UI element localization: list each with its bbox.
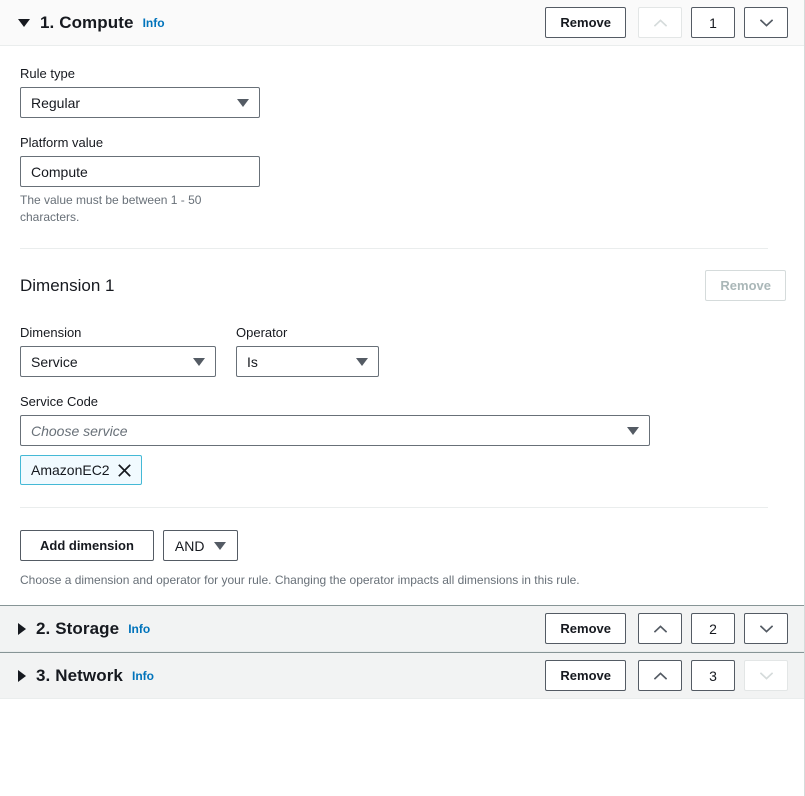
operator-label: Operator	[236, 325, 288, 340]
chevron-down-icon	[627, 426, 639, 435]
info-link[interactable]: Info	[128, 622, 150, 636]
rule-type-select[interactable]: Regular	[20, 87, 260, 118]
operator-field: Operator Is	[236, 325, 379, 377]
platform-value-input[interactable]: Compute	[20, 156, 260, 187]
divider	[20, 507, 768, 508]
section-header-actions: Remove 2	[545, 613, 788, 644]
remove-section-button[interactable]: Remove	[545, 7, 626, 38]
platform-value-field: Platform value Compute The value must be…	[20, 135, 786, 226]
logic-operator-select[interactable]: AND	[162, 530, 239, 561]
section-header-storage[interactable]: 2. Storage Info Remove 2	[0, 606, 804, 652]
reorder-stepper: 3	[638, 660, 788, 691]
rule-builder-panel: 1. Compute Info Remove 1 Rule type Regul…	[0, 0, 805, 796]
move-up-button[interactable]	[638, 613, 682, 644]
rule-type-label: Rule type	[20, 66, 75, 81]
section-header-actions: Remove 3	[545, 660, 788, 691]
chevron-down-icon	[193, 357, 205, 366]
remove-section-button[interactable]: Remove	[545, 613, 626, 644]
service-code-field: Service Code Choose service AmazonEC2	[20, 394, 786, 485]
section-body-compute: Rule type Regular Platform value Compute…	[0, 46, 804, 605]
chevron-up-icon	[653, 671, 667, 680]
section-header-left: 3. Network Info	[18, 666, 154, 686]
section-title: 3. Network	[36, 665, 123, 685]
dimension-select[interactable]: Service	[20, 346, 216, 377]
remove-dimension-button: Remove	[705, 270, 786, 301]
move-up-button[interactable]	[638, 660, 682, 691]
platform-value-label: Platform value	[20, 135, 104, 150]
section-title: 1. Compute	[40, 12, 134, 32]
order-number: 3	[691, 660, 735, 691]
chevron-down-icon	[759, 18, 773, 27]
chevron-down-icon	[237, 98, 249, 107]
rule-section-network: 3. Network Info Remove 3	[0, 652, 804, 699]
section-header-left: 1. Compute Info	[18, 13, 165, 33]
dimension-operator-row: Dimension Service Operator Is	[20, 325, 786, 394]
service-code-select[interactable]: Choose service	[20, 415, 650, 446]
dimension-title: Dimension 1	[20, 275, 115, 295]
add-dimension-button[interactable]: Add dimension	[20, 530, 154, 561]
dimension-field: Dimension Service	[20, 325, 216, 377]
dimension-actions: Add dimension AND	[20, 530, 786, 561]
reorder-stepper: 2	[638, 613, 788, 644]
service-code-placeholder: Choose service	[31, 422, 128, 439]
logic-operator-value: AND	[174, 537, 205, 554]
order-number: 2	[691, 613, 735, 644]
remove-section-button[interactable]: Remove	[545, 660, 626, 691]
dimension-header: Dimension 1 Remove	[20, 249, 786, 301]
move-down-button[interactable]	[744, 7, 788, 38]
move-down-button	[744, 660, 788, 691]
section-header-network[interactable]: 3. Network Info Remove 3	[0, 653, 804, 699]
caret-right-icon[interactable]	[18, 669, 26, 682]
rule-type-value: Regular	[31, 94, 81, 111]
caret-right-icon[interactable]	[18, 622, 26, 635]
move-up-button	[638, 7, 682, 38]
dimension-value: Service	[31, 353, 78, 370]
section-header-actions: Remove 1	[545, 7, 788, 38]
reorder-stepper: 1	[638, 7, 788, 38]
caret-down-icon[interactable]	[18, 18, 30, 27]
platform-value-hint: The value must be between 1 - 50 charact…	[20, 193, 202, 224]
info-link[interactable]: Info	[143, 16, 165, 30]
dimension-label: Dimension	[20, 325, 82, 340]
chevron-down-icon	[356, 357, 368, 366]
chevron-down-icon	[759, 624, 773, 633]
service-token-label: AmazonEC2	[31, 462, 110, 478]
section-title: 2. Storage	[36, 618, 120, 638]
section-header-compute[interactable]: 1. Compute Info Remove 1	[0, 0, 804, 46]
chevron-down-icon	[214, 541, 227, 550]
move-down-button[interactable]	[744, 613, 788, 644]
operator-value: Is	[247, 353, 258, 370]
rule-type-field: Rule type Regular	[20, 66, 786, 118]
operator-select[interactable]: Is	[236, 346, 379, 377]
chevron-up-icon	[653, 624, 667, 633]
chevron-down-icon	[759, 671, 773, 680]
section-header-left: 2. Storage Info	[18, 619, 150, 639]
dimension-footnote: Choose a dimension and operator for your…	[20, 573, 580, 587]
rule-section-storage: 2. Storage Info Remove 2	[0, 605, 804, 652]
service-token[interactable]: AmazonEC2	[20, 455, 142, 485]
rule-section-compute: 1. Compute Info Remove 1 Rule type Regul…	[0, 0, 804, 605]
info-link[interactable]: Info	[132, 669, 154, 683]
service-code-label: Service Code	[20, 394, 99, 409]
order-number: 1	[691, 7, 735, 38]
chevron-up-icon	[653, 18, 667, 27]
platform-value-text: Compute	[31, 163, 88, 180]
close-icon[interactable]	[117, 463, 131, 477]
